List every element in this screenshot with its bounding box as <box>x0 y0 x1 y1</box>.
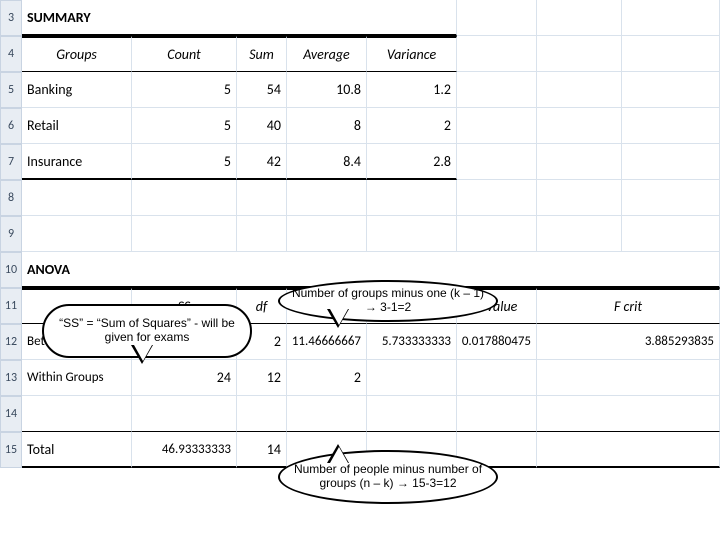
col-header-sum: Sum <box>237 36 287 72</box>
summary-count[interactable]: 5 <box>132 108 237 144</box>
row-label: 8 <box>0 180 22 216</box>
summary-group[interactable]: Insurance <box>22 144 132 180</box>
row-label: 6 <box>0 108 22 144</box>
summary-variance[interactable]: 2 <box>367 108 457 144</box>
anova-fcrit[interactable] <box>537 432 720 468</box>
row-label: 14 <box>0 396 22 432</box>
summary-group[interactable]: Retail <box>22 108 132 144</box>
col-header-variance: Variance <box>367 36 457 72</box>
summary-sum[interactable]: 42 <box>237 144 287 180</box>
anova-df[interactable]: 12 <box>237 360 287 396</box>
summary-variance[interactable]: 1.2 <box>367 72 457 108</box>
anova-fcrit[interactable] <box>537 360 720 396</box>
summary-variance[interactable]: 2.8 <box>367 144 457 180</box>
anova-pvalue[interactable]: 0.017880475 <box>457 324 537 360</box>
row-label: 13 <box>0 360 22 396</box>
row-label: 10 <box>0 252 22 288</box>
row-label: 11 <box>0 288 22 324</box>
col-header-fcrit: F crit <box>537 288 720 324</box>
anova-pvalue[interactable] <box>457 360 537 396</box>
summary-count[interactable]: 5 <box>132 144 237 180</box>
anova-ss[interactable]: 46.93333333 <box>132 432 237 468</box>
anova-f[interactable]: 5.733333333 <box>367 324 457 360</box>
summary-sum[interactable]: 54 <box>237 72 287 108</box>
summary-average[interactable]: 10.8 <box>287 72 367 108</box>
summary-title: SUMMARY <box>22 0 457 36</box>
summary-count[interactable]: 5 <box>132 72 237 108</box>
summary-group[interactable]: Banking <box>22 72 132 108</box>
summary-average[interactable]: 8 <box>287 108 367 144</box>
row-label: 15 <box>0 432 22 468</box>
col-header-groups: Groups <box>22 36 132 72</box>
row-label: 7 <box>0 144 22 180</box>
row-label: 4 <box>0 36 22 72</box>
col-header-average: Average <box>287 36 367 72</box>
anova-source[interactable]: Total <box>22 432 132 468</box>
row-label: 5 <box>0 72 22 108</box>
row-label: 3 <box>0 0 22 36</box>
callout-df-between: Number of groups minus one (k – 1) → 3-1… <box>278 280 498 322</box>
anova-ms[interactable]: 2 <box>287 360 367 396</box>
row-label: 12 <box>0 324 22 360</box>
summary-average[interactable]: 8.4 <box>287 144 367 180</box>
summary-sum[interactable]: 40 <box>237 108 287 144</box>
col-header-count: Count <box>132 36 237 72</box>
callout-ss-definition: “SS” = “Sum of Squares” - will be given … <box>42 304 252 358</box>
row-label: 9 <box>0 216 22 252</box>
anova-source[interactable]: Within Groups <box>22 360 132 396</box>
spreadsheet-grid: 3 SUMMARY 4 Groups Count Sum Average Var… <box>0 0 720 468</box>
anova-df[interactable]: 14 <box>237 432 287 468</box>
anova-fcrit[interactable]: 3.885293835 <box>537 324 720 360</box>
anova-f[interactable] <box>367 360 457 396</box>
callout-df-within: Number of people minus number of groups … <box>278 450 498 504</box>
